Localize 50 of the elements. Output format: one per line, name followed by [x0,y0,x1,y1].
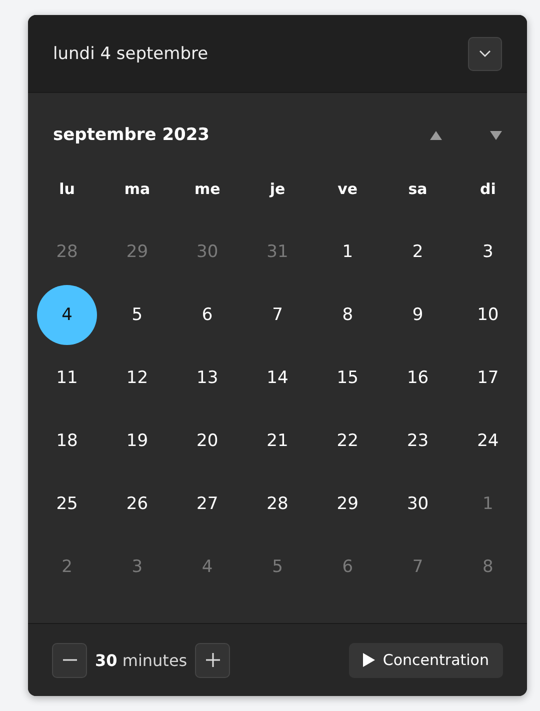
day-cell[interactable]: 5 [107,284,168,344]
day-cell[interactable]: 25 [37,474,98,534]
weekday-label: je [270,180,286,198]
weekday-label: sa [408,180,428,198]
increase-button[interactable] [195,642,230,678]
day-cell[interactable]: 16 [388,348,448,408]
day-cell[interactable]: 26 [107,474,168,534]
weekday-label: lu [59,180,75,198]
day-cell[interactable]: 24 [458,410,518,470]
expand-button[interactable] [468,36,502,70]
date-title: lundi 4 septembre [53,44,210,64]
day-cell[interactable]: 9 [388,284,448,344]
day-cell[interactable]: 8 [318,284,378,344]
day-cell[interactable]: 6 [177,284,238,344]
chevron-icon [479,50,491,58]
day-cell[interactable]: 21 [247,410,308,470]
day-cell[interactable]: 29 [318,474,378,534]
minus-icon [62,659,76,661]
day-cell[interactable]: 3 [458,222,518,282]
plus-icon [206,653,220,667]
day-cell[interactable]: 11 [37,348,98,408]
day-cell[interactable]: 15 [318,348,378,408]
duration-label: 30 minutes [95,650,188,670]
weekday-label: me [194,180,220,198]
weekday-label: ve [338,180,358,198]
decrease-button[interactable] [52,642,87,678]
day-cell[interactable]: 13 [177,348,238,408]
day-cell[interactable]: 17 [458,348,518,408]
up-arrow-icon[interactable] [430,130,442,140]
down-arrow-icon[interactable] [490,130,502,140]
day-cell[interactable]: 12 [107,348,168,408]
day-cell[interactable]: 7 [247,284,308,344]
day-cell[interactable]: 27 [177,474,238,534]
day-cell[interactable]: 1 [318,222,378,282]
day-cell[interactable]: 4 [37,284,98,344]
day-cell[interactable]: 30 [388,474,448,534]
day-cell[interactable]: 22 [318,410,378,470]
month-title: septembre 2023 [53,125,211,145]
day-cell[interactable]: 10 [458,284,518,344]
day-cell[interactable]: 19 [107,410,168,470]
focus-button[interactable]: Concentration [348,642,503,678]
play-icon [362,653,375,667]
day-cell[interactable]: 23 [388,410,448,470]
day-cell[interactable]: 14 [247,348,308,408]
day-cell[interactable]: 18 [37,410,98,470]
day-cell[interactable]: 20 [177,410,238,470]
weekday-label: di [480,180,496,198]
day-cell[interactable]: 28 [247,474,308,534]
weekday-label: ma [124,180,150,198]
day-cell[interactable]: 2 [388,222,448,282]
